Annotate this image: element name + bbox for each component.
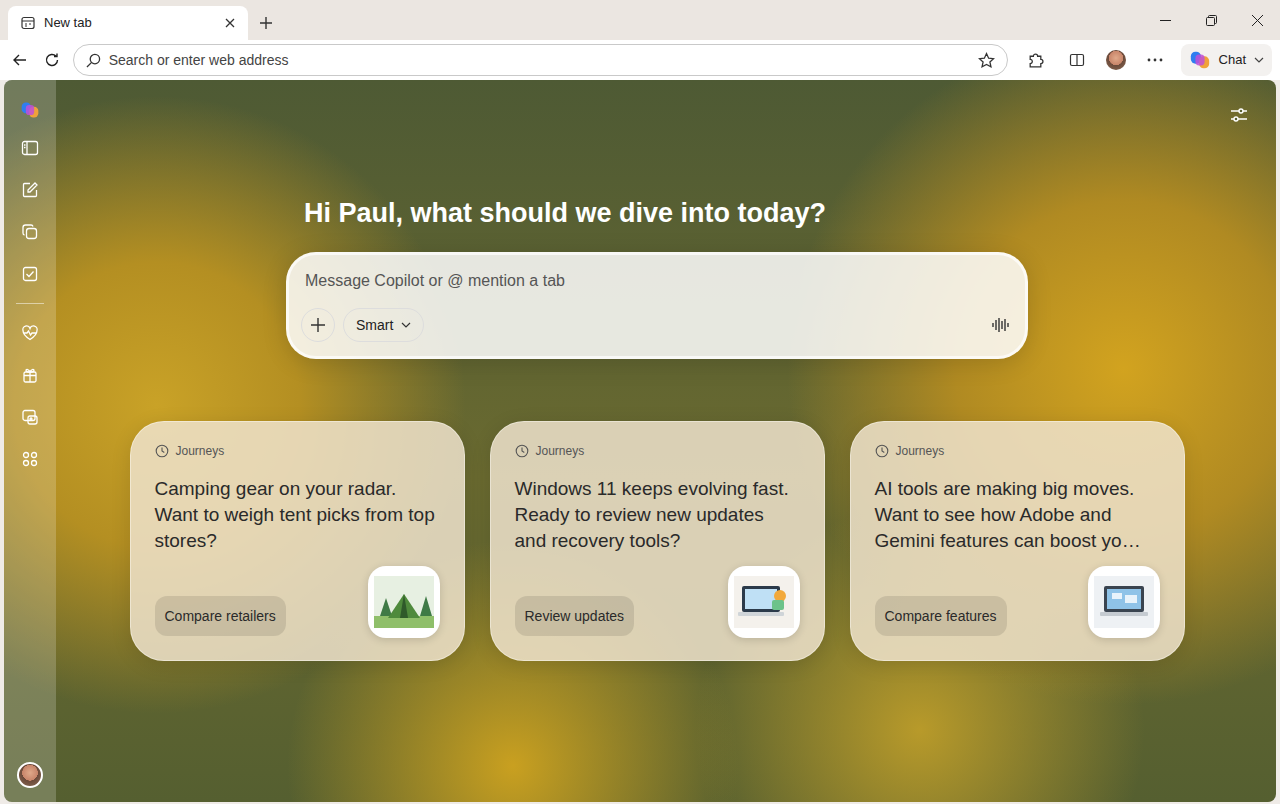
action-label: Compare retailers <box>165 608 276 624</box>
journey-card[interactable]: Journeys Windows 11 keeps evolving fast. … <box>490 421 825 661</box>
add-button[interactable] <box>301 308 335 342</box>
action-label: Compare features <box>885 608 997 624</box>
close-window-button[interactable] <box>1234 0 1280 40</box>
mode-dropdown[interactable]: Smart <box>343 308 424 342</box>
copilot-logo-icon <box>1189 49 1211 71</box>
tent-icon <box>374 576 434 628</box>
address-input[interactable] <box>109 50 970 71</box>
tab-strip: New tab <box>0 0 1280 40</box>
chat-label: Chat <box>1219 50 1246 70</box>
tab-label: New tab <box>44 13 216 33</box>
more-button[interactable] <box>1137 44 1172 76</box>
profile-avatar-icon[interactable] <box>17 762 43 788</box>
copilot-home: Hi Paul, what should we dive into today?… <box>56 80 1276 802</box>
card-action-button[interactable]: Compare features <box>875 596 1007 636</box>
compose-icon[interactable] <box>21 181 39 199</box>
card-text: AI tools are making big moves. Want to s… <box>875 476 1160 554</box>
puzzle-icon <box>1027 52 1044 69</box>
more-icon <box>1147 58 1163 62</box>
tag-label: Journeys <box>176 442 225 460</box>
card-tag: Journeys <box>515 442 800 460</box>
new-tab-page: Hi Paul, what should we dive into today?… <box>4 80 1276 802</box>
minimize-icon <box>1160 15 1171 26</box>
back-button[interactable] <box>8 44 31 76</box>
card-thumbnail <box>368 566 440 638</box>
browser-tab[interactable]: New tab <box>8 6 248 40</box>
refresh-button[interactable] <box>35 44 68 76</box>
journey-card[interactable]: Journeys Camping gear on your radar. Want… <box>130 421 465 661</box>
split-screen-icon <box>1069 52 1085 68</box>
card-tag: Journeys <box>875 442 1160 460</box>
windows-laptop-icon <box>734 576 794 628</box>
card-text: Windows 11 keeps evolving fast. Ready to… <box>515 476 800 554</box>
close-icon[interactable] <box>224 17 236 29</box>
profile-button[interactable] <box>1098 44 1133 76</box>
voice-icon[interactable] <box>991 316 1009 334</box>
tag-label: Journeys <box>536 442 585 460</box>
greeting: Hi Paul, what should we dive into today? <box>292 195 1022 231</box>
clock-icon <box>515 444 529 458</box>
split-screen-button[interactable] <box>1059 44 1094 76</box>
newtab-icon <box>20 15 36 31</box>
sidebar-top-group <box>21 139 39 283</box>
plus-icon <box>310 317 326 333</box>
sidebar-bottom-group <box>21 324 39 468</box>
journey-cards: Journeys Camping gear on your radar. Want… <box>130 421 1185 661</box>
plus-icon <box>259 16 273 30</box>
search-icon <box>86 53 101 68</box>
card-tag: Journeys <box>155 442 440 460</box>
card-thumbnail <box>1088 566 1160 638</box>
sliders-icon <box>1230 106 1248 124</box>
laptop-icon <box>1094 576 1154 628</box>
avatar-icon <box>1106 50 1126 70</box>
close-icon <box>1252 15 1263 26</box>
image-chat-icon[interactable] <box>21 408 39 426</box>
refresh-icon <box>44 52 60 68</box>
card-thumbnail <box>728 566 800 638</box>
card-text: Camping gear on your radar. Want to weig… <box>155 476 440 554</box>
health-icon[interactable] <box>21 324 39 342</box>
action-label: Review updates <box>525 608 625 624</box>
chat-button[interactable]: Chat <box>1181 44 1272 76</box>
card-action-button[interactable]: Review updates <box>515 596 635 636</box>
sidebar-divider <box>16 303 44 304</box>
card-action-button[interactable]: Compare retailers <box>155 596 286 636</box>
new-tab-button[interactable] <box>248 6 284 40</box>
minimize-button[interactable] <box>1142 0 1188 40</box>
restore-button[interactable] <box>1188 0 1234 40</box>
message-input[interactable] <box>305 269 1009 293</box>
star-icon[interactable] <box>978 52 995 69</box>
collections-icon[interactable] <box>21 223 39 241</box>
message-box: Smart <box>286 252 1028 359</box>
copilot-logo-icon <box>20 100 40 120</box>
tasks-icon[interactable] <box>21 265 39 283</box>
customize-button[interactable] <box>1230 106 1248 124</box>
clock-icon <box>155 444 169 458</box>
mode-label: Smart <box>356 315 393 336</box>
gift-icon[interactable] <box>21 366 39 384</box>
apps-icon[interactable] <box>21 450 39 468</box>
address-bar[interactable] <box>73 44 1008 76</box>
tag-label: Journeys <box>896 442 945 460</box>
sidebar <box>4 80 56 802</box>
chevron-down-icon <box>401 320 411 330</box>
copilot-button[interactable] <box>20 100 40 120</box>
journey-card[interactable]: Journeys AI tools are making big moves. W… <box>850 421 1185 661</box>
restore-icon <box>1206 15 1217 26</box>
toolbar: Chat <box>0 40 1280 80</box>
chevron-down-icon <box>1254 55 1264 65</box>
extensions-button[interactable] <box>1016 44 1055 76</box>
clock-icon <box>875 444 889 458</box>
back-arrow-icon <box>12 52 28 68</box>
sidebar-panel-icon[interactable] <box>21 139 39 157</box>
